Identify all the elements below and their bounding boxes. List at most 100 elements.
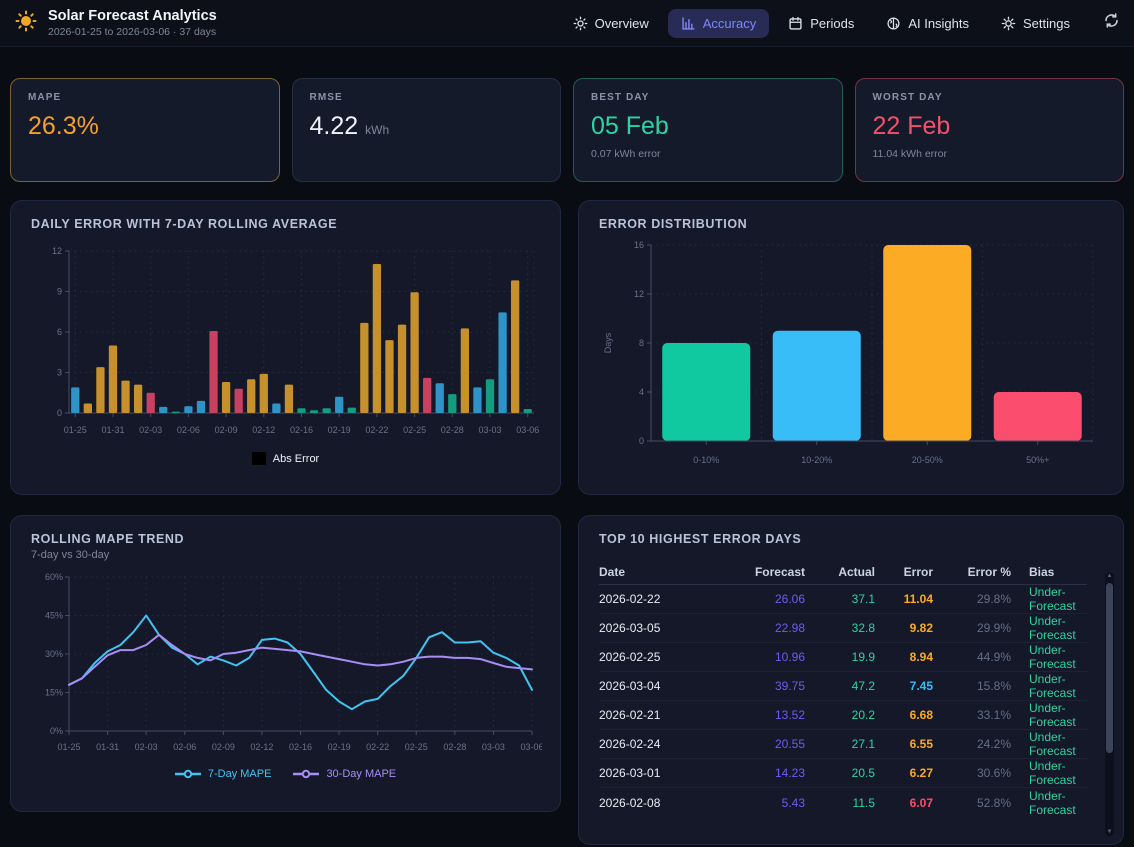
table-row: 2026-03-0114.2320.56.2730.6%Under-Foreca… xyxy=(599,759,1087,788)
panel-title: ROLLING MAPE TREND xyxy=(31,532,540,546)
cell-pct: 52.8% xyxy=(933,796,1011,810)
distribution-bar xyxy=(883,245,971,441)
kpi-subtext: 0.07 kWh error xyxy=(591,148,825,160)
svg-text:02-19: 02-19 xyxy=(328,742,351,752)
date-range-subtitle: 2026-01-25 to 2026-03-06 · 37 days xyxy=(48,26,217,38)
svg-text:9: 9 xyxy=(57,287,62,297)
svg-text:0-10%: 0-10% xyxy=(693,455,719,465)
svg-text:02-22: 02-22 xyxy=(365,425,388,435)
gear-icon xyxy=(1001,16,1016,31)
cell-pct: 30.6% xyxy=(933,766,1011,780)
daily-error-bar xyxy=(410,292,418,413)
main-nav: Overview Accuracy Periods xyxy=(560,9,1120,38)
nav-tab-overview[interactable]: Overview xyxy=(560,9,662,38)
daily-error-bar xyxy=(172,412,180,413)
daily-error-bar xyxy=(385,340,393,413)
cell-pct: 24.2% xyxy=(933,737,1011,751)
abs-error-swatch xyxy=(252,452,266,465)
trend-legend-item[interactable]: 30-Day MAPE xyxy=(293,768,396,780)
daily-error-bar xyxy=(524,409,532,413)
col-forecast: Forecast xyxy=(717,565,805,579)
cell-error: 6.68 xyxy=(875,708,933,722)
svg-text:0%: 0% xyxy=(50,726,63,736)
svg-text:02-03: 02-03 xyxy=(135,742,158,752)
nav-tab-ai-insights[interactable]: AI Insights xyxy=(873,9,982,38)
daily-error-panel: DAILY ERROR WITH 7-DAY ROLLING AVERAGE 0… xyxy=(10,200,561,495)
svg-text:02-12: 02-12 xyxy=(250,742,273,752)
cell-forecast: 22.98 xyxy=(717,621,805,635)
daily-error-bar xyxy=(511,280,519,413)
cell-forecast: 39.75 xyxy=(717,679,805,693)
trend-legend-item[interactable]: 7-Day MAPE xyxy=(175,768,272,780)
cell-bias: Under-Forecast xyxy=(1011,759,1087,787)
daily-error-bar xyxy=(109,346,117,414)
cell-bias: Under-Forecast xyxy=(1011,672,1087,700)
distribution-bar xyxy=(773,331,861,441)
svg-text:02-22: 02-22 xyxy=(366,742,389,752)
nav-tab-settings[interactable]: Settings xyxy=(988,9,1083,38)
daily-legend: Abs Error xyxy=(31,452,540,465)
cell-forecast: 5.43 xyxy=(717,796,805,810)
cell-forecast: 10.96 xyxy=(717,650,805,664)
nav-label: Periods xyxy=(810,16,854,31)
panel-subtitle: 7-day vs 30-day xyxy=(31,549,540,561)
table-row: 2026-02-2510.9619.98.9444.9%Under-Foreca… xyxy=(599,643,1087,672)
daily-error-bar xyxy=(247,379,255,413)
svg-text:02-25: 02-25 xyxy=(403,425,426,435)
table-row: 2026-02-085.4311.56.0752.8%Under-Forecas… xyxy=(599,788,1087,817)
daily-error-bar xyxy=(84,404,92,413)
svg-text:03-06: 03-06 xyxy=(516,425,539,435)
svg-text:03-03: 03-03 xyxy=(482,742,505,752)
bar-chart-icon xyxy=(681,16,696,31)
daily-error-bar xyxy=(159,407,167,413)
svg-text:30%: 30% xyxy=(45,649,63,659)
kpi-card-rmse: RMSE 4.22 kWh xyxy=(292,78,562,182)
daily-error-bar xyxy=(235,389,243,413)
nav-label: Accuracy xyxy=(703,16,756,31)
cell-pct: 44.9% xyxy=(933,650,1011,664)
scroll-up-icon[interactable]: ▲ xyxy=(1105,573,1114,579)
scroll-down-icon[interactable]: ▼ xyxy=(1105,829,1114,835)
nav-tab-periods[interactable]: Periods xyxy=(775,9,867,38)
line-marker-icon xyxy=(175,769,201,779)
cell-date: 2026-02-24 xyxy=(599,737,717,751)
nav-label: AI Insights xyxy=(908,16,969,31)
daily-error-bar xyxy=(222,382,230,413)
daily-error-bar xyxy=(71,387,79,413)
kpi-value: 26.3% xyxy=(28,112,262,141)
svg-text:0: 0 xyxy=(57,408,62,418)
cell-forecast: 13.52 xyxy=(717,708,805,722)
cell-forecast: 20.55 xyxy=(717,737,805,751)
top-errors-panel: TOP 10 HIGHEST ERROR DAYS Date Forecast … xyxy=(578,515,1124,845)
col-bias: Bias xyxy=(1011,565,1087,579)
table-scrollbar[interactable]: ▲ ▼ xyxy=(1105,572,1114,836)
col-date: Date xyxy=(599,565,717,579)
nav-tab-accuracy[interactable]: Accuracy xyxy=(668,9,769,38)
cell-actual: 32.8 xyxy=(805,621,875,635)
kpi-value: 4.22 kWh xyxy=(310,112,544,141)
cell-error: 11.04 xyxy=(875,592,933,606)
kpi-label: MAPE xyxy=(28,92,262,103)
panel-title: DAILY ERROR WITH 7-DAY ROLLING AVERAGE xyxy=(31,217,540,231)
svg-text:45%: 45% xyxy=(45,611,63,621)
svg-text:01-31: 01-31 xyxy=(96,742,119,752)
table-header: Date Forecast Actual Error Error % Bias xyxy=(599,559,1087,585)
svg-text:03-06: 03-06 xyxy=(520,742,542,752)
refresh-button[interactable] xyxy=(1103,12,1120,34)
daily-error-bar xyxy=(373,264,381,413)
svg-text:02-16: 02-16 xyxy=(289,742,312,752)
cell-bias: Under-Forecast xyxy=(1011,730,1087,758)
daily-error-bar xyxy=(310,410,318,413)
scrollbar-thumb[interactable] xyxy=(1106,583,1113,753)
cell-bias: Under-Forecast xyxy=(1011,789,1087,817)
table-body: 2026-02-2226.0637.111.0429.8%Under-Forec… xyxy=(599,585,1087,817)
svg-text:10-20%: 10-20% xyxy=(801,455,832,465)
abs-error-label: Abs Error xyxy=(273,453,319,465)
cell-error: 6.55 xyxy=(875,737,933,751)
daily-error-bar xyxy=(285,385,293,413)
sun-logo-icon xyxy=(14,9,38,38)
svg-text:6: 6 xyxy=(57,327,62,337)
distribution-bar xyxy=(994,392,1082,441)
daily-error-chart: 03691201-2501-3102-0302-0602-0902-1202-1… xyxy=(31,241,542,441)
svg-text:16: 16 xyxy=(634,240,644,250)
